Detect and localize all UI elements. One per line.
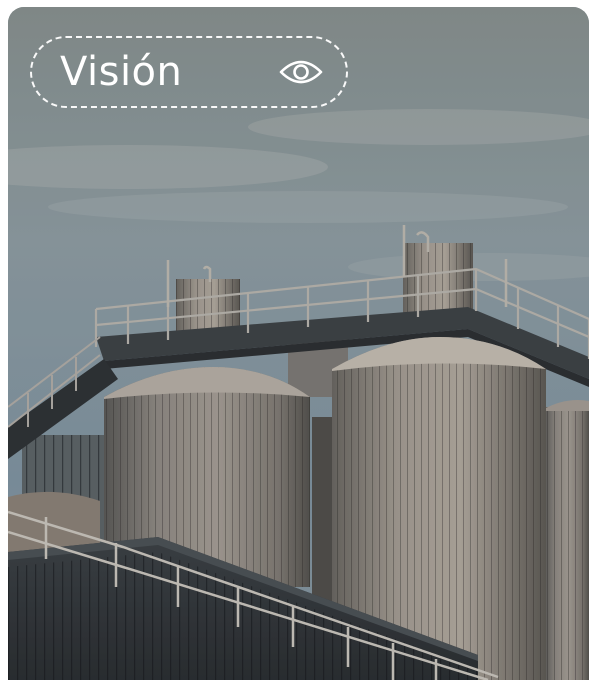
vision-badge[interactable]: Visión	[30, 36, 348, 108]
eye-icon[interactable]	[278, 49, 324, 95]
vision-card[interactable]: Visión	[8, 7, 589, 680]
vision-title: Visión	[60, 49, 183, 95]
